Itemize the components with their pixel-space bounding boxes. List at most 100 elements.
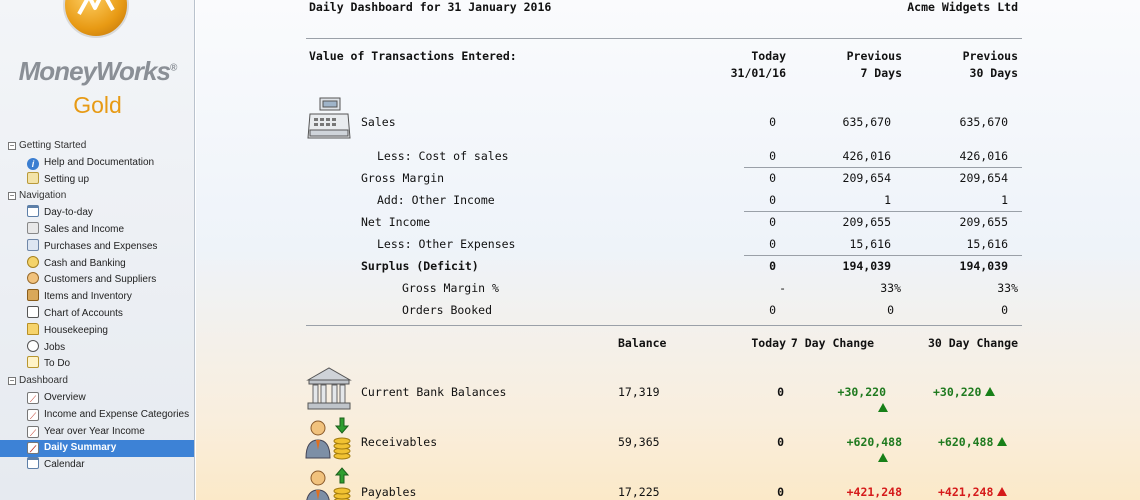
row-label-other-income: Add: Other Income <box>377 193 495 207</box>
divider <box>306 38 1022 39</box>
info-icon: i <box>27 157 39 170</box>
cost-of-sales-prev7: 426,016 <box>842 149 891 163</box>
group-navigation[interactable]: − Navigation <box>0 188 194 205</box>
cost-of-sales-prev30: 426,016 <box>959 149 1008 163</box>
book-icon <box>27 305 39 318</box>
nav-item-purchases-expenses[interactable]: Purchases and Expenses <box>0 238 194 256</box>
nav-item-chart-of-accounts[interactable]: Chart of Accounts <box>0 305 194 323</box>
nav-item-sales-income[interactable]: Sales and Income <box>0 221 194 239</box>
group-dashboard[interactable]: − Dashboard <box>0 373 194 390</box>
gm-percent-prev30: 33% <box>997 281 1018 295</box>
collapse-toggle-icon[interactable]: − <box>8 142 16 150</box>
bank-balance: 17,319 <box>618 385 660 399</box>
other-expenses-prev30: 15,616 <box>966 237 1008 251</box>
gm-percent-prev7: 33% <box>880 281 901 295</box>
col-header-prev30: Previous <box>962 49 1018 63</box>
chart-icon: ⟋ <box>27 425 39 438</box>
col-header-balance: Balance <box>618 336 667 350</box>
nav-item-income-expense-categories[interactable]: ⟋ Income and Expense Categories <box>0 407 194 424</box>
sales-today: 0 <box>769 115 776 129</box>
group-getting-started[interactable]: − Getting Started <box>0 138 194 155</box>
calendar-icon <box>27 205 39 218</box>
row-label-net-income: Net Income <box>361 215 431 229</box>
chart-icon: ⟋ <box>27 442 39 455</box>
sales-prev30: 635,670 <box>959 115 1008 129</box>
col-header-today-date: 31/01/16 <box>730 66 786 80</box>
orders-prev7: 0 <box>887 303 894 317</box>
registered-mark: ® <box>169 62 177 74</box>
surplus-today: 0 <box>769 259 776 273</box>
dashboard-title: Daily Dashboard for 31 January 2016 <box>309 0 552 14</box>
nav-item-setting-up[interactable]: Setting up <box>0 171 194 189</box>
chart-icon: ⟋ <box>27 391 39 404</box>
col-header-7day-change: 7 Day Change <box>790 336 874 350</box>
daily-dashboard: Daily Dashboard for 31 January 2016 Acme… <box>196 0 1140 500</box>
bank-change30: +30,220 <box>933 385 982 399</box>
trend-up-icon <box>997 437 1008 446</box>
gm-percent-today: - <box>779 281 786 295</box>
divider <box>306 325 1022 326</box>
app-logo: MoneyWorks® Gold <box>0 0 194 135</box>
orders-today: 0 <box>769 303 776 317</box>
sales-prev7: 635,670 <box>842 115 891 129</box>
row-label-orders-booked: Orders Booked <box>402 303 493 317</box>
nav-item-items-inventory[interactable]: Items and Inventory <box>0 289 194 306</box>
nav-item-calendar[interactable]: Calendar <box>0 457 194 474</box>
gross-margin-prev30: 209,654 <box>959 171 1008 185</box>
stopwatch-icon <box>27 339 39 352</box>
receivables-change7: +620,488 <box>846 435 902 449</box>
surplus-prev7: 194,039 <box>842 259 891 273</box>
nav-item-housekeeping[interactable]: Housekeeping <box>0 322 194 340</box>
row-label-sales: Sales <box>361 115 396 129</box>
col-header-today2: Today <box>751 336 786 350</box>
collapse-toggle-icon[interactable]: − <box>8 377 16 386</box>
nav-item-cash-banking[interactable]: Cash and Banking <box>0 255 194 273</box>
row-label-bank: Current Bank Balances <box>361 385 507 399</box>
register-icon <box>27 221 39 234</box>
other-expenses-prev7: 15,616 <box>849 237 891 251</box>
col-header-prev7-sub: 7 Days <box>860 66 902 80</box>
receivables-balance: 59,365 <box>618 435 660 449</box>
col-header-prev30-sub: 30 Days <box>969 66 1018 80</box>
nav-item-year-over-year[interactable]: ⟋ Year over Year Income <box>0 424 194 441</box>
nav-item-to-do[interactable]: To Do <box>0 356 194 373</box>
nav-item-help[interactable]: i Help and Documentation <box>0 155 194 172</box>
navigation-tree: − Getting Started i Help and Documentation… <box>0 138 194 474</box>
payables-balance: 17,225 <box>618 485 660 499</box>
payables-change7: +421,248 <box>846 485 902 499</box>
cash-register-icon <box>306 96 352 145</box>
people-icon <box>27 272 39 285</box>
payables-change30: +421,248 <box>938 485 994 499</box>
receivables-today: 0 <box>777 435 784 449</box>
row-label-other-expenses: Less: Other Expenses <box>377 237 516 251</box>
other-income-today: 0 <box>769 193 776 207</box>
other-expenses-today: 0 <box>769 237 776 251</box>
cost-of-sales-today: 0 <box>769 149 776 163</box>
nav-item-jobs[interactable]: Jobs <box>0 339 194 357</box>
bank-icon <box>306 366 352 415</box>
row-label-gross-margin: Gross Margin <box>361 171 445 185</box>
moneyworks-logo-icon <box>63 0 129 38</box>
receivables-icon <box>304 416 352 465</box>
nav-item-daily-summary[interactable]: ⟋ Daily Summary <box>0 440 194 458</box>
col-header-30day-change: 30 Day Change <box>927 336 1018 350</box>
gross-margin-prev7: 209,654 <box>842 171 891 185</box>
row-label-receivables: Receivables <box>361 435 438 449</box>
row-label-gm-percent: Gross Margin % <box>402 281 499 295</box>
row-label-payables: Payables <box>361 485 417 499</box>
calendar-icon <box>27 457 39 470</box>
gear-icon <box>27 171 39 184</box>
nav-item-day-to-day[interactable]: Day-to-day <box>0 205 194 222</box>
nav-item-overview[interactable]: ⟋ Overview <box>0 390 194 407</box>
trend-up-icon <box>878 453 888 462</box>
nav-item-customers-suppliers[interactable]: Customers and Suppliers <box>0 272 194 289</box>
section-heading: Value of Transactions Entered: <box>309 49 517 63</box>
collapse-toggle-icon[interactable]: − <box>8 192 16 201</box>
folder-icon <box>27 322 39 335</box>
bank-change7: +30,220 <box>837 385 886 399</box>
cash-icon <box>27 255 39 268</box>
net-income-prev7: 209,655 <box>842 215 891 229</box>
surplus-prev30: 194,039 <box>959 259 1008 273</box>
row-label-cost-of-sales: Less: Cost of sales <box>377 149 509 163</box>
trend-up-icon <box>878 403 888 412</box>
